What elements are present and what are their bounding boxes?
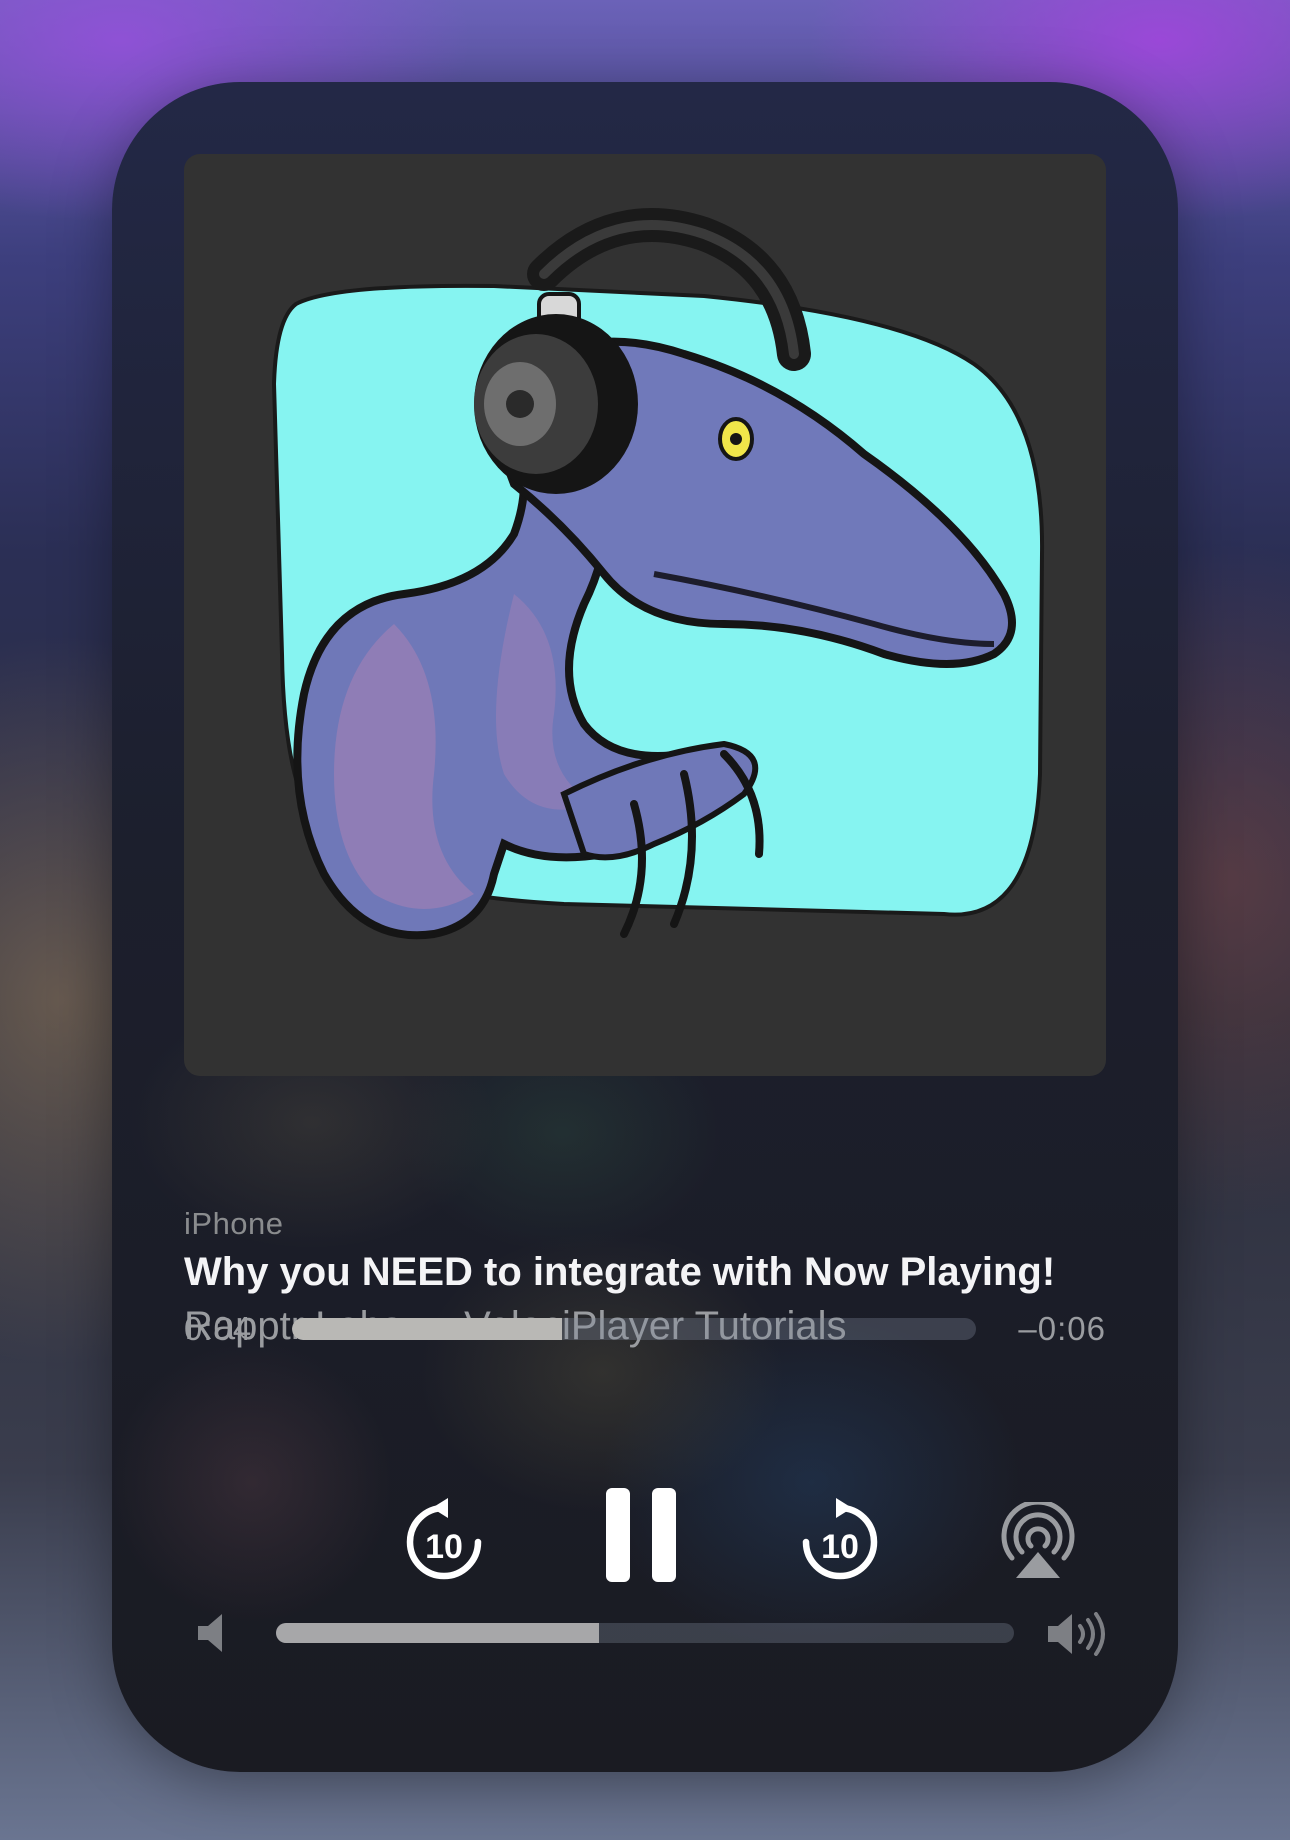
remaining-time: –0:06 [1018,1310,1106,1347]
scrubber-progress-fill [292,1318,563,1340]
speaker-wave-icon [1048,1612,1105,1656]
gobackward-10-icon: 10 [406,1498,482,1580]
skip-back-seconds-label: 10 [425,1528,463,1566]
elapsed-time: 0:04 [184,1310,253,1347]
playback-controls: 10 10 [112,1472,1178,1602]
airplay-audio-icon [1001,1502,1075,1578]
raptor-headphones-illustration [271,208,1045,940]
skip-forward-seconds-label: 10 [821,1528,859,1566]
skip-forward-10-button[interactable]: 10 [800,1498,880,1582]
volume-min-button[interactable] [198,1614,228,1652]
volume-max-button[interactable] [1048,1612,1108,1656]
track-title: Why you NEED to integrate with Now Playi… [184,1250,1056,1294]
pause-icon [606,1488,676,1582]
playback-scrubber[interactable] [292,1318,976,1340]
output-device-label[interactable]: iPhone [184,1206,284,1242]
volume-slider[interactable] [276,1623,1014,1643]
volume-level-fill [276,1623,599,1643]
now-playing-card: iPhone Why you NEED to integrate with No… [112,82,1178,1772]
goforward-10-icon: 10 [802,1498,878,1580]
pause-button[interactable] [606,1488,678,1582]
skip-back-10-button[interactable]: 10 [404,1498,484,1582]
album-artwork [184,154,1106,1076]
airplay-button[interactable] [998,1502,1078,1582]
speaker-icon [198,1614,222,1652]
